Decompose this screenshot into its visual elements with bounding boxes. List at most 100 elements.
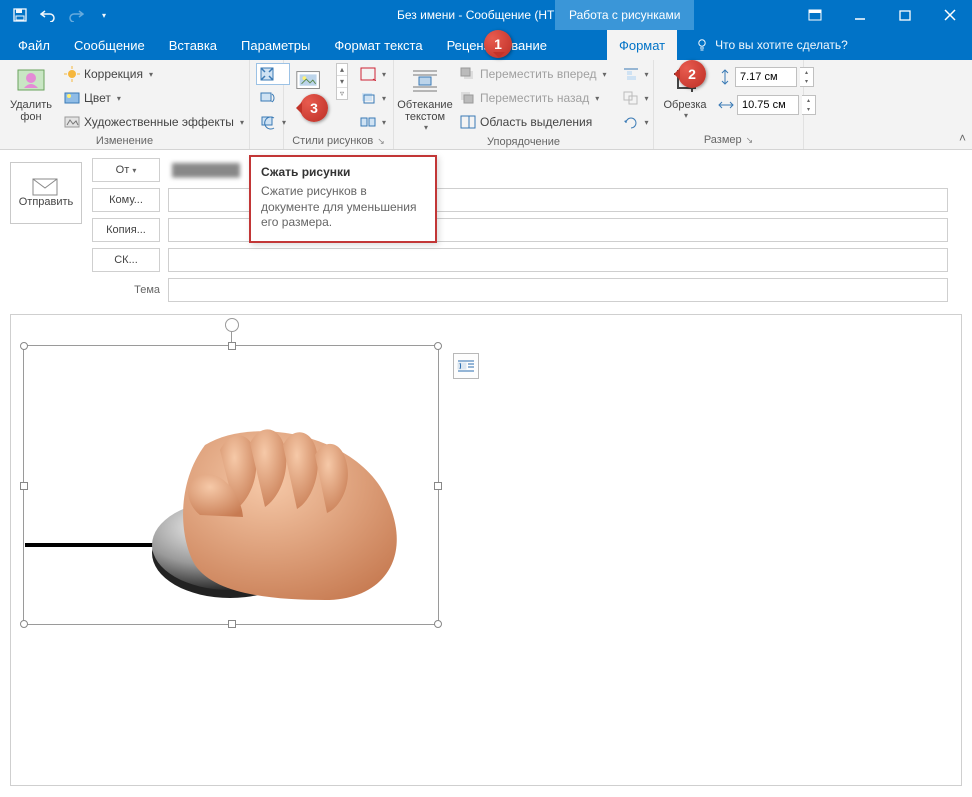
window-controls xyxy=(792,0,972,30)
color-button[interactable]: Цвет▾ xyxy=(60,87,248,109)
width-spinner[interactable]: ▴▾ xyxy=(802,95,816,115)
send-icon xyxy=(32,178,60,196)
height-spinner[interactable]: ▴▾ xyxy=(800,67,814,87)
group-arrange-label: Упорядочение xyxy=(400,134,647,151)
rotate-icon xyxy=(623,114,639,130)
align-button[interactable]: ▾ xyxy=(619,63,653,85)
selection-pane-label: Область выделения xyxy=(480,115,592,129)
width-icon xyxy=(718,98,734,112)
window-title: Без имени - Сообщение (HTML) xyxy=(397,8,575,22)
group-picture-styles-label: Стили рисунков↘ xyxy=(290,133,387,150)
bcc-button[interactable]: СК... xyxy=(92,248,160,272)
subject-label: Тема xyxy=(92,284,160,296)
bcc-input[interactable] xyxy=(168,248,948,272)
close-button[interactable] xyxy=(927,0,972,30)
to-button[interactable]: Кому... xyxy=(92,188,160,212)
height-icon xyxy=(718,69,732,85)
resize-handle-s[interactable] xyxy=(228,620,236,628)
wrap-text-label: Обтекание текстом xyxy=(397,99,452,123)
align-icon xyxy=(623,66,639,82)
tab-message[interactable]: Сообщение xyxy=(62,30,157,60)
reset-picture-icon xyxy=(260,114,276,130)
style-gallery-up[interactable]: ▴ xyxy=(337,64,347,75)
cc-button[interactable]: Копия... xyxy=(92,218,160,242)
message-body[interactable] xyxy=(10,314,962,786)
tell-me-label: Что вы хотите сделать? xyxy=(715,38,848,52)
title-bar: ▾ Без имени - Сообщение (HTML) Работа с … xyxy=(0,0,972,30)
selection-pane-icon xyxy=(460,114,476,130)
remove-background-button[interactable]: Удалить фон xyxy=(6,63,56,125)
bring-forward-label: Переместить вперед xyxy=(480,67,596,81)
compress-pictures-tooltip: Сжать рисунки Сжатие рисунков в документ… xyxy=(249,155,437,243)
color-icon xyxy=(64,90,80,106)
resize-handle-e[interactable] xyxy=(434,482,442,490)
from-button[interactable]: От ▾ xyxy=(92,158,160,182)
save-icon[interactable] xyxy=(8,3,32,27)
ribbon-display-options-icon[interactable] xyxy=(792,0,837,30)
picture-border-icon xyxy=(360,66,376,82)
undo-icon[interactable] xyxy=(36,3,60,27)
callout-2: 2 xyxy=(678,60,706,88)
corrections-button[interactable]: Коррекция▾ xyxy=(60,63,248,85)
style-gallery-down[interactable]: ▾ xyxy=(337,75,347,87)
corrections-label: Коррекция xyxy=(84,67,143,81)
resize-handle-n[interactable] xyxy=(228,342,236,350)
tell-me-search[interactable]: Что вы хотите сделать? xyxy=(695,38,848,52)
send-backward-button: Переместить назад▾ xyxy=(456,87,611,109)
rotate-handle[interactable] xyxy=(225,318,239,332)
qat-customize-icon[interactable]: ▾ xyxy=(92,3,116,27)
group-change-label: Изменение xyxy=(6,133,243,150)
rotate-button[interactable]: ▾ xyxy=(619,111,653,133)
picture-layout-button[interactable]: ▾ xyxy=(356,111,390,133)
resize-handle-nw[interactable] xyxy=(20,342,28,350)
picture-effects-icon xyxy=(360,90,376,106)
tab-format-text[interactable]: Формат текста xyxy=(322,30,434,60)
artistic-effects-button[interactable]: Художественные эффекты▾ xyxy=(60,111,248,133)
inserted-image[interactable] xyxy=(25,375,435,620)
callout-1: 1 xyxy=(484,30,512,58)
tab-options[interactable]: Параметры xyxy=(229,30,322,60)
resize-handle-sw[interactable] xyxy=(20,620,28,628)
send-label: Отправить xyxy=(19,196,74,208)
group-picture-tools: ▾ xyxy=(250,60,284,149)
callout-3: 3 xyxy=(300,94,328,122)
tab-format[interactable]: Формат xyxy=(607,30,677,60)
group-size-label: Размер↘ xyxy=(660,132,797,149)
resize-handle-ne[interactable] xyxy=(434,342,442,350)
picture-border-button[interactable]: ▾ xyxy=(356,63,390,85)
tab-file[interactable]: Файл xyxy=(6,30,62,60)
group-change: Удалить фон Коррекция▾ Цвет▾ xyxy=(0,60,250,149)
crop-label: Обрезка xyxy=(663,99,706,111)
group-picture-tools-label xyxy=(256,133,277,150)
send-button[interactable]: Отправить xyxy=(10,162,82,224)
send-backward-icon xyxy=(460,90,476,106)
subject-input[interactable] xyxy=(168,278,948,302)
tab-insert[interactable]: Вставка xyxy=(157,30,229,60)
minimize-button[interactable] xyxy=(837,0,882,30)
resize-handle-se[interactable] xyxy=(434,620,442,628)
selection-pane-button[interactable]: Область выделения xyxy=(456,111,611,133)
dialog-launcher-size-icon[interactable]: ↘ xyxy=(746,135,754,145)
maximize-button[interactable] xyxy=(882,0,927,30)
style-gallery-more[interactable]: ▿ xyxy=(337,87,347,99)
layout-options-button[interactable] xyxy=(453,353,479,379)
wrap-text-button[interactable]: Обтекание текстом▾ xyxy=(400,63,450,134)
corrections-icon xyxy=(64,66,80,82)
width-input[interactable]: 10.75 см xyxy=(737,95,799,115)
lightbulb-icon xyxy=(695,38,709,52)
compress-pictures-icon xyxy=(259,66,275,82)
group-button: ▾ xyxy=(619,87,653,109)
picture-layout-icon xyxy=(360,114,376,130)
send-backward-label: Переместить назад xyxy=(480,91,589,105)
group-arrange: Обтекание текстом▾ Переместить вперед▾ П… xyxy=(394,60,654,149)
remove-background-icon xyxy=(15,65,47,97)
picture-effects-button[interactable]: ▾ xyxy=(356,87,390,109)
height-input[interactable]: 7.17 см xyxy=(735,67,797,87)
from-value: ████████ xyxy=(168,163,240,177)
dialog-launcher-icon[interactable]: ↘ xyxy=(377,136,385,146)
collapse-ribbon-button[interactable]: ˄ xyxy=(959,131,966,145)
change-picture-icon xyxy=(260,90,276,106)
quick-access-toolbar: ▾ xyxy=(0,3,124,27)
ribbon: Удалить фон Коррекция▾ Цвет▾ xyxy=(0,60,972,150)
tooltip-body: Сжатие рисунков в документе для уменьшен… xyxy=(261,184,425,231)
